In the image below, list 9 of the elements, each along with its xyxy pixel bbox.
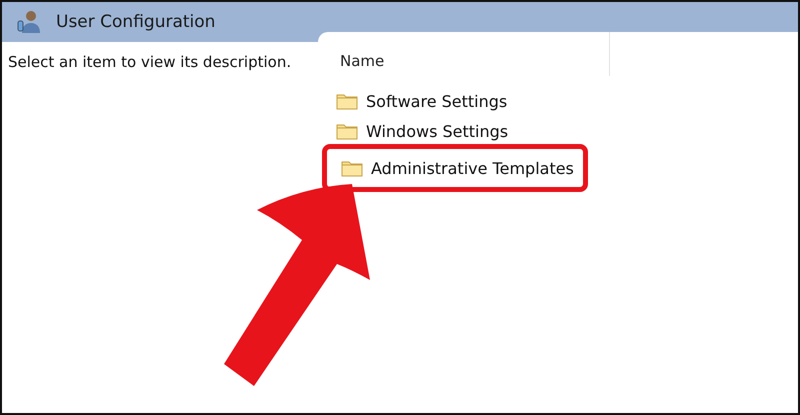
description-text: Select an item to view its description. <box>8 53 292 71</box>
folder-icon <box>341 159 363 177</box>
header-title: User Configuration <box>56 12 216 32</box>
folder-icon <box>336 122 358 140</box>
folder-row[interactable]: Windows Settings <box>318 116 798 146</box>
folder-row[interactable]: Software Settings <box>318 86 798 116</box>
column-header[interactable]: Name <box>318 32 610 76</box>
users-icon <box>16 9 42 35</box>
folder-icon <box>336 92 358 110</box>
